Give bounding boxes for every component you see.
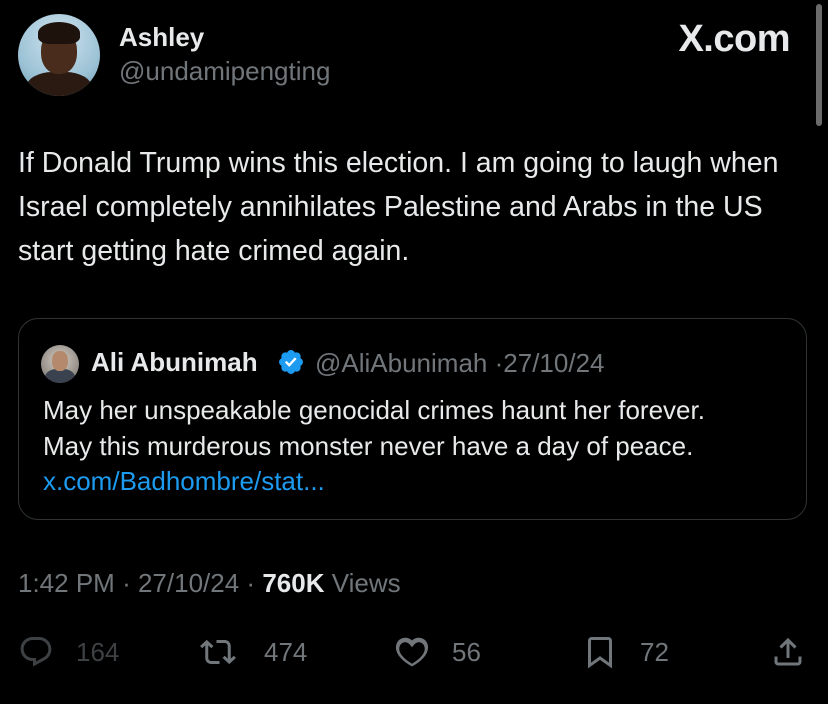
repost-count: 474 xyxy=(264,636,308,667)
author-avatar[interactable] xyxy=(18,14,100,96)
views-count: 760K xyxy=(262,568,325,598)
separator-dot: · xyxy=(122,568,131,598)
scrollbar[interactable] xyxy=(816,4,822,126)
quoted-author-name[interactable]: Ali Abunimah xyxy=(91,347,258,378)
quoted-author-handle[interactable]: @AliAbunimah xyxy=(315,348,487,378)
like-count: 56 xyxy=(452,636,481,667)
share-button[interactable] xyxy=(770,628,806,676)
views-label: Views xyxy=(331,568,401,598)
separator-dot: · xyxy=(494,348,504,378)
bookmark-button[interactable]: 72 xyxy=(582,628,669,676)
bookmark-icon xyxy=(588,637,612,669)
reply-count: 164 xyxy=(76,636,120,667)
reply-icon xyxy=(20,637,52,667)
heart-icon xyxy=(395,637,429,667)
bookmark-count: 72 xyxy=(640,636,669,667)
action-bar: 164 474 56 72 xyxy=(0,628,828,676)
quoted-text-line-2: May this murderous monster never have a … xyxy=(43,430,694,461)
verified-badge-icon xyxy=(279,350,303,374)
quoted-text: May her unspeakable genocidal crimes hau… xyxy=(43,393,705,500)
like-button[interactable]: 56 xyxy=(394,628,481,676)
reply-button[interactable]: 164 xyxy=(18,628,119,676)
repost-button[interactable]: 474 xyxy=(200,628,307,676)
tweet-time[interactable]: 1:42 PM xyxy=(18,568,115,598)
quoted-date[interactable]: 27/10/24 xyxy=(503,348,604,378)
tweet-date[interactable]: 27/10/24 xyxy=(138,568,239,598)
author-handle[interactable]: @undamipengting xyxy=(119,56,330,87)
quoted-tweet[interactable]: Ali Abunimah @AliAbunimah ·27/10/24 May … xyxy=(18,318,807,520)
repost-icon xyxy=(200,639,236,665)
tweet-header: Ashley @undamipengting X.com xyxy=(18,14,828,98)
share-icon xyxy=(774,637,802,666)
tweet-meta: 1:42 PM · 27/10/24 · 760K Views xyxy=(18,568,401,599)
quoted-text-line-1: May her unspeakable genocidal crimes hau… xyxy=(43,395,705,425)
quoted-link[interactable]: x.com/Badhombre/stat... xyxy=(43,464,705,500)
tweet-text: If Donald Trump wins this election. I am… xyxy=(18,147,779,267)
author-name[interactable]: Ashley xyxy=(119,22,204,53)
separator-dot: · xyxy=(246,568,256,598)
quoted-author-handle-date[interactable]: @AliAbunimah ·27/10/24 xyxy=(315,348,605,379)
quoted-author-avatar[interactable] xyxy=(41,345,79,383)
x-logo: X.com xyxy=(678,18,790,60)
